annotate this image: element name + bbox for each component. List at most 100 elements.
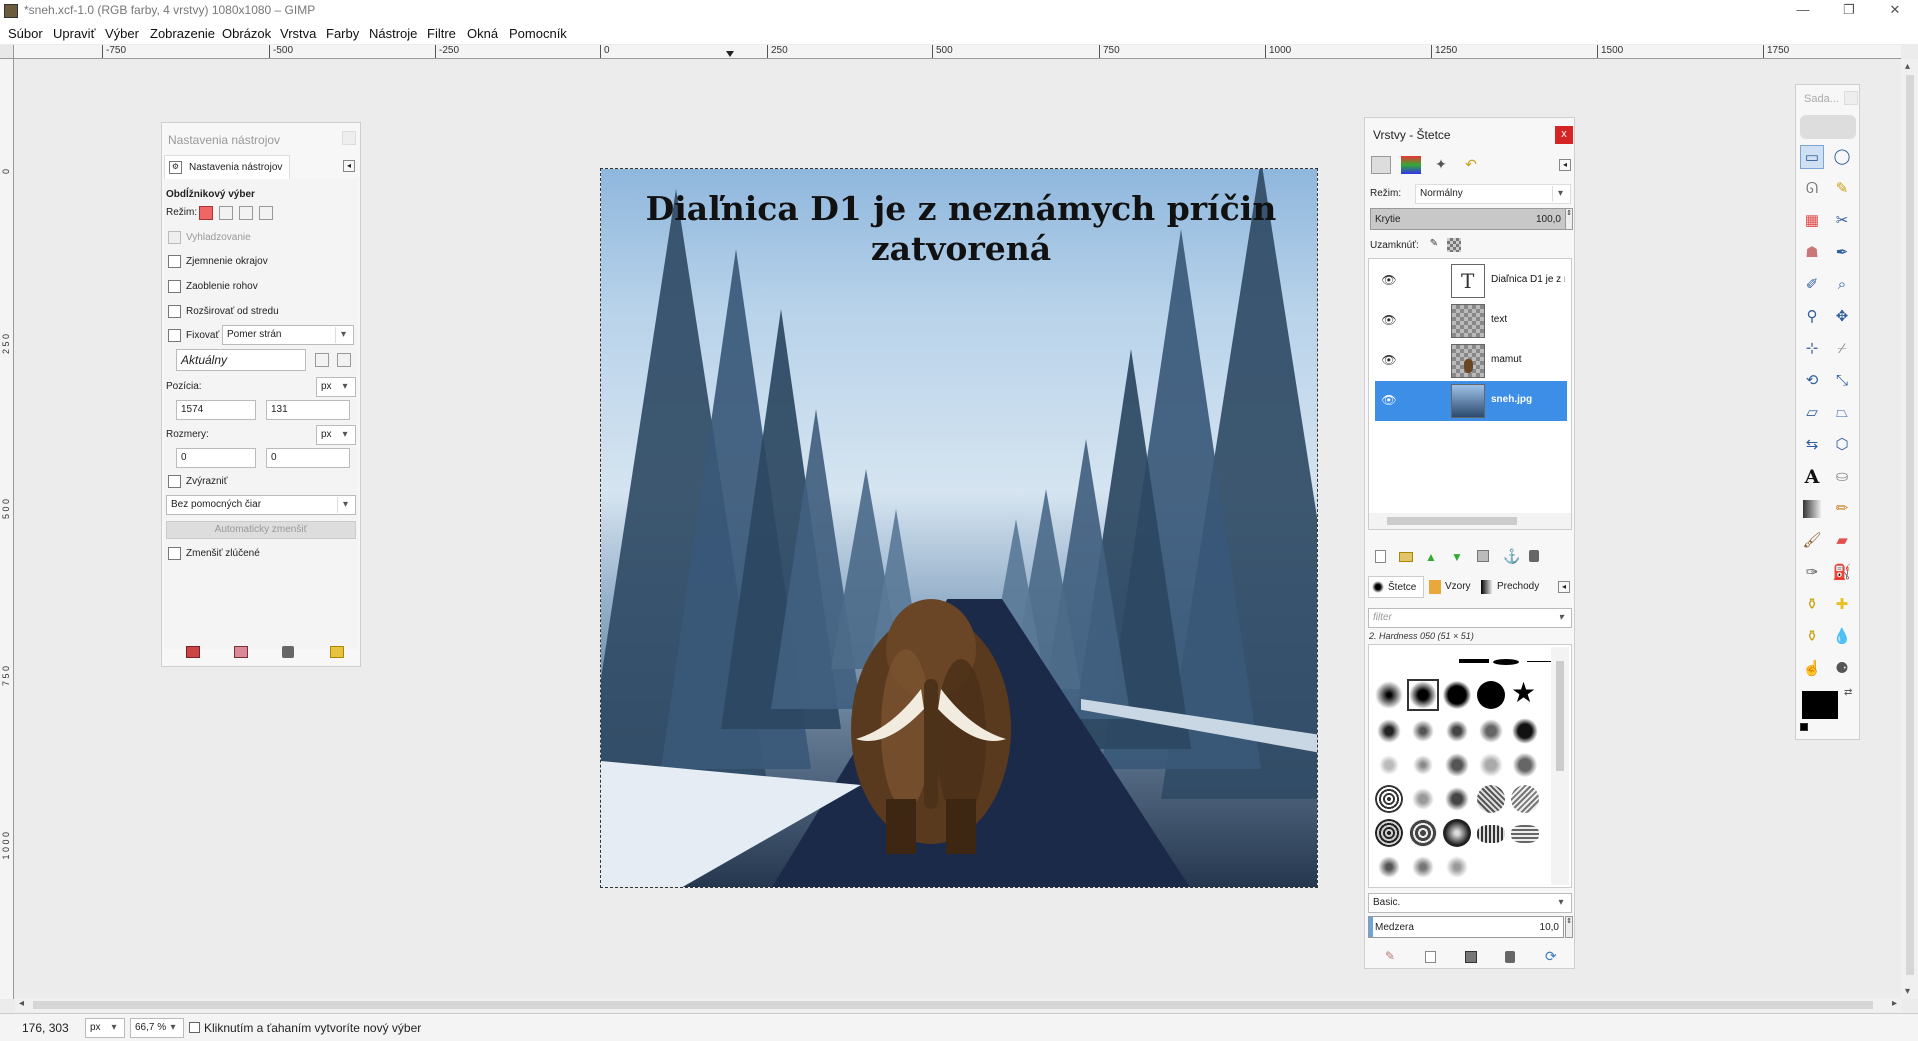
scroll-thumb[interactable] — [33, 1001, 1873, 1009]
toolbox-close-button[interactable] — [1844, 91, 1858, 105]
tab-tool-options[interactable]: ⚙ Nastavenia nástrojov — [164, 155, 290, 179]
brush-item[interactable] — [1511, 717, 1539, 745]
scroll-up-icon[interactable]: ▴ — [1905, 61, 1910, 72]
pencil-tool-icon[interactable]: ✏ — [1830, 497, 1854, 521]
canvas-hscroll[interactable]: ◂ ▸ — [15, 998, 1901, 1012]
bucket-fill-tool-icon[interactable]: ⛀ — [1830, 465, 1854, 489]
tab-menu-icon[interactable]: ◂ — [1559, 159, 1571, 171]
scale-tool-icon[interactable]: ⤡ — [1830, 369, 1854, 393]
canvas-vscroll[interactable]: ▴ ▾ — [1901, 59, 1918, 999]
status-checkbox[interactable] — [189, 1022, 200, 1033]
raise-layer-icon[interactable]: ▲ — [1425, 550, 1437, 564]
brush-item[interactable] — [1477, 785, 1505, 813]
ink-tool-icon[interactable]: ⛽ — [1830, 561, 1854, 585]
tab-brushes[interactable]: Štetce — [1368, 576, 1424, 598]
delete-layer-icon[interactable] — [1529, 550, 1539, 562]
tab-menu-icon[interactable]: ◂ — [1558, 581, 1570, 593]
brush-item[interactable] — [1409, 819, 1437, 847]
menu-colors[interactable]: Farby — [326, 26, 359, 41]
brush-grid[interactable]: ★ — [1368, 644, 1572, 888]
tab-menu-icon[interactable]: ◂ — [343, 160, 355, 172]
rounded-checkbox[interactable] — [168, 280, 181, 293]
layer-row[interactable]: 👁 text — [1375, 301, 1567, 341]
brush-item[interactable] — [1409, 785, 1437, 813]
paths-tool-icon[interactable]: ✒ — [1830, 241, 1854, 265]
save-options-icon[interactable] — [186, 646, 200, 658]
mode-replace-button[interactable] — [199, 206, 213, 220]
mode-intersect-button[interactable] — [259, 206, 273, 220]
menu-edit[interactable]: Upraviť — [53, 26, 95, 41]
brush-item[interactable] — [1443, 751, 1471, 779]
layers-tab-icon[interactable] — [1371, 156, 1391, 174]
brush-item[interactable] — [1443, 681, 1471, 709]
dock-close-button[interactable] — [342, 131, 356, 145]
fixed-checkbox[interactable] — [168, 329, 181, 342]
align-tool-icon[interactable]: ⊹ — [1800, 337, 1824, 361]
portrait-icon[interactable] — [315, 353, 329, 367]
feather-checkbox[interactable] — [168, 255, 181, 268]
maximize-button[interactable]: ❐ — [1826, 0, 1872, 22]
foreground-color-swatch[interactable] — [1802, 691, 1838, 719]
layer-row[interactable]: 👁 T Diaľnica D1 je z nez — [1375, 261, 1567, 301]
measure-tool-icon[interactable]: ⚲ — [1800, 305, 1824, 329]
blur-tool-icon[interactable]: 💧 — [1830, 625, 1854, 649]
brush-grid-vscroll[interactable] — [1551, 647, 1569, 885]
default-colors-icon[interactable] — [1800, 723, 1808, 731]
foreground-select-tool-icon[interactable]: ☗ — [1800, 241, 1824, 265]
eye-icon[interactable]: 👁 — [1381, 313, 1397, 329]
ruler-corner[interactable] — [0, 45, 14, 59]
zoom-tool-icon[interactable]: ⌕ — [1830, 273, 1854, 297]
zoom-combo[interactable]: 66,7 % ▾ — [130, 1018, 184, 1038]
landscape-icon[interactable] — [337, 353, 351, 367]
brush-item[interactable] — [1409, 681, 1437, 709]
refresh-brushes-icon[interactable]: ⟳ — [1545, 948, 1557, 965]
new-brush-icon[interactable] — [1425, 951, 1436, 963]
free-select-tool-icon[interactable]: ᘏ — [1800, 177, 1824, 201]
edit-brush-icon[interactable]: ✎ — [1385, 949, 1395, 963]
menu-layer[interactable]: Vrstva — [280, 26, 316, 41]
expand-checkbox[interactable] — [168, 305, 181, 318]
scroll-thumb[interactable] — [1556, 661, 1564, 771]
brush-item[interactable] — [1459, 659, 1489, 663]
size-h-input[interactable]: 0 — [266, 448, 350, 468]
paths-tab-icon[interactable]: ✦ — [1431, 156, 1451, 174]
dock-close-button[interactable]: x — [1555, 126, 1573, 144]
swap-colors-icon[interactable]: ⇄ — [1844, 687, 1852, 698]
menu-help[interactable]: Pomocník — [509, 26, 567, 41]
scroll-down-icon[interactable]: ▾ — [1905, 986, 1910, 997]
paintbrush-tool-icon[interactable]: 🖌 — [1800, 529, 1824, 553]
airbrush-tool-icon[interactable]: ✑ — [1800, 561, 1824, 585]
opacity-spinner[interactable]: ⇕ — [1565, 208, 1573, 230]
brush-item[interactable] — [1493, 659, 1519, 665]
eye-icon[interactable]: 👁 — [1381, 273, 1397, 289]
brush-item[interactable] — [1477, 681, 1505, 709]
guides-combo[interactable]: Bez pomocných čiar ▾ — [166, 495, 356, 515]
brush-item[interactable] — [1375, 751, 1403, 779]
brush-item[interactable] — [1443, 785, 1471, 813]
eye-icon[interactable]: 👁 — [1381, 393, 1397, 409]
layer-row-selected[interactable]: 👁 sneh.jpg — [1375, 381, 1567, 421]
tab-patterns[interactable]: Vzory — [1426, 576, 1476, 598]
brush-item[interactable] — [1443, 717, 1471, 745]
channels-tab-icon[interactable] — [1401, 156, 1421, 174]
brush-item[interactable] — [1375, 819, 1403, 847]
scroll-thumb[interactable] — [1906, 75, 1914, 975]
tab-gradients[interactable]: Prechody — [1478, 576, 1542, 598]
brush-item[interactable] — [1477, 717, 1505, 745]
new-layer-icon[interactable] — [1375, 550, 1386, 563]
menu-tools[interactable]: Nástroje — [369, 26, 417, 41]
perspective-clone-tool-icon[interactable]: ⚱ — [1800, 625, 1824, 649]
spacing-spinner[interactable]: ⇕ — [1565, 916, 1573, 938]
lower-layer-icon[interactable]: ▼ — [1451, 550, 1463, 564]
size-unit-combo[interactable]: px ▾ — [316, 425, 356, 445]
brush-item[interactable] — [1477, 825, 1505, 843]
undo-history-tab-icon[interactable]: ↶ — [1461, 156, 1481, 174]
brush-item[interactable] — [1375, 681, 1403, 709]
brush-item[interactable] — [1511, 825, 1539, 843]
smudge-tool-icon[interactable]: ☝ — [1800, 657, 1824, 681]
brush-item[interactable] — [1477, 751, 1505, 779]
heal-tool-icon[interactable]: ✚ — [1830, 593, 1854, 617]
antialias-checkbox[interactable] — [168, 231, 181, 244]
position-y-input[interactable]: 131 — [266, 400, 350, 420]
brush-item[interactable] — [1511, 785, 1539, 813]
